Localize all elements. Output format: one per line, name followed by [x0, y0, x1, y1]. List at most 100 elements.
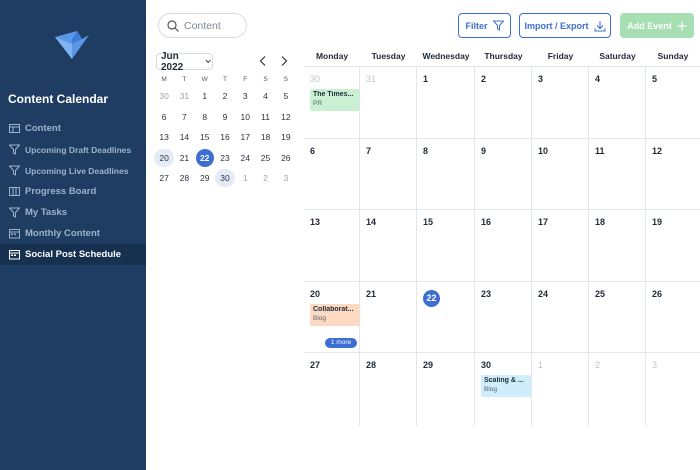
- calendar-day-cell[interactable]: 8: [417, 138, 475, 209]
- sidebar-item-upcoming-live-deadlines[interactable]: Upcoming Live Deadlines: [0, 160, 146, 181]
- calendar-day-cell[interactable]: 17: [532, 210, 589, 281]
- mini-day[interactable]: 31: [174, 87, 194, 105]
- mini-day[interactable]: 2: [215, 87, 235, 105]
- calendar-day-cell[interactable]: 22: [417, 281, 475, 352]
- calendar-day-cell[interactable]: 25: [589, 281, 646, 352]
- calendar-day-cell[interactable]: 23: [475, 281, 532, 352]
- search-box[interactable]: [158, 13, 247, 38]
- calendar-day-cell[interactable]: 14: [360, 210, 417, 281]
- calendar-day-cell[interactable]: 6: [304, 138, 360, 209]
- mini-day[interactable]: 8: [195, 108, 215, 126]
- next-month-icon[interactable]: [279, 55, 289, 67]
- mini-day[interactable]: 19: [276, 128, 296, 146]
- mini-day[interactable]: 15: [195, 128, 215, 146]
- sidebar-item-progress-board[interactable]: Progress Board: [0, 181, 146, 202]
- add-event-button[interactable]: Add Event: [620, 13, 694, 38]
- mini-day[interactable]: 4: [255, 87, 275, 105]
- calendar-day-cell[interactable]: 4: [589, 67, 646, 138]
- calendar-day-cell[interactable]: 16: [475, 210, 532, 281]
- calendar-day-cell[interactable]: 3: [532, 67, 589, 138]
- calendar-day-cell[interactable]: 18: [589, 210, 646, 281]
- import-export-button[interactable]: Import / Export: [519, 13, 611, 38]
- month-calendar-body: 30 The Times... PR 31 1 2 3 4 5 6 7 8 9 10 11 12 13 14 15 1…: [304, 67, 700, 426]
- calendar-day-cell[interactable]: 15: [417, 210, 475, 281]
- sidebar-item-monthly-content[interactable]: Monthly Content: [0, 223, 146, 244]
- filter-button[interactable]: Filter: [458, 13, 511, 38]
- mini-day[interactable]: 1: [235, 169, 255, 187]
- calendar-day-cell[interactable]: 3: [646, 353, 700, 426]
- calendar-day-cell[interactable]: 11: [589, 138, 646, 209]
- mini-day[interactable]: 9: [215, 108, 235, 126]
- mini-day[interactable]: 17: [235, 128, 255, 146]
- sidebar-item-content[interactable]: Content: [0, 118, 146, 139]
- more-events-badge[interactable]: 1 more: [325, 337, 357, 348]
- calendar-event[interactable]: The Times... PR: [310, 89, 360, 111]
- mini-day[interactable]: 1: [195, 87, 215, 105]
- calendar-day-cell[interactable]: 10: [532, 138, 589, 209]
- search-input[interactable]: [184, 19, 244, 32]
- day-number: 17: [538, 217, 549, 227]
- calendar-day-cell[interactable]: 12: [646, 139, 700, 210]
- day-number: 16: [481, 217, 492, 227]
- mini-day[interactable]: 3: [276, 169, 296, 187]
- calendar-day-cell[interactable]: 24: [532, 281, 589, 352]
- mini-day[interactable]: 18: [255, 128, 275, 146]
- calendar-day-cell[interactable]: 29: [417, 353, 475, 426]
- mini-day[interactable]: 10: [235, 108, 255, 126]
- day-number: 4: [595, 74, 601, 84]
- calendar-day-cell[interactable]: 2: [475, 67, 532, 138]
- day-number: 5: [652, 74, 658, 84]
- mini-day[interactable]: 26: [276, 149, 296, 167]
- calendar-day-cell[interactable]: 28: [360, 353, 417, 426]
- day-number: 3: [652, 360, 658, 370]
- mini-day[interactable]: 3: [235, 87, 255, 105]
- calendar-day-cell[interactable]: 19: [646, 210, 700, 281]
- calendar-day-cell[interactable]: 30 The Times... PR: [304, 67, 360, 138]
- mini-day[interactable]: 23: [215, 149, 235, 167]
- sidebar-item-social-post-schedule[interactable]: Social Post Schedule: [0, 244, 146, 265]
- mini-day[interactable]: 24: [235, 149, 255, 167]
- mini-day[interactable]: 30: [154, 87, 174, 105]
- mini-weekday-label: S: [283, 76, 288, 83]
- calendar-day-cell[interactable]: 30 Scaling & ... Blog: [475, 353, 532, 426]
- prev-month-icon[interactable]: [258, 55, 268, 67]
- mini-day[interactable]: 20: [154, 148, 175, 167]
- mini-day[interactable]: 21: [174, 149, 194, 167]
- sidebar-item-my-tasks[interactable]: My Tasks: [0, 202, 146, 223]
- mini-day[interactable]: 11: [255, 108, 275, 126]
- mini-day[interactable]: 2: [255, 169, 275, 187]
- mini-day[interactable]: 6: [154, 108, 174, 126]
- calendar-day-cell[interactable]: 1: [532, 353, 589, 426]
- calendar-day-cell[interactable]: 5: [646, 67, 700, 138]
- calendar-day-cell[interactable]: 31: [360, 67, 417, 138]
- mini-day[interactable]: 7: [174, 108, 194, 126]
- mini-day[interactable]: 27: [154, 169, 174, 187]
- calendar-day-cell[interactable]: 21: [360, 281, 417, 352]
- month-select[interactable]: Jun 2022: [156, 51, 213, 73]
- mini-day[interactable]: 30: [214, 169, 236, 188]
- calendar-day-cell[interactable]: 20 Collaborat... Blog 1 more: [304, 281, 360, 352]
- mini-day[interactable]: 5: [276, 87, 296, 105]
- calendar-day-cell[interactable]: 26: [646, 282, 700, 353]
- calendar-day-cell[interactable]: 7: [360, 138, 417, 209]
- mini-day[interactable]: 13: [154, 128, 174, 146]
- mini-day-today[interactable]: 22: [195, 148, 214, 167]
- calendar-day-cell[interactable]: 1: [417, 67, 475, 138]
- calendar-day-cell[interactable]: 27: [304, 353, 360, 426]
- calendar-day-cell[interactable]: 9: [475, 138, 532, 209]
- mini-day[interactable]: 25: [255, 149, 275, 167]
- weekday-header: Saturday: [599, 51, 636, 61]
- mini-day[interactable]: 28: [174, 169, 194, 187]
- mini-day[interactable]: 16: [215, 128, 235, 146]
- mini-day[interactable]: 29: [195, 169, 215, 187]
- mini-weekday-label: T: [182, 76, 187, 83]
- mini-day[interactable]: 14: [174, 128, 194, 146]
- calendar-day-cell[interactable]: 2: [589, 353, 646, 426]
- calendar-event[interactable]: Collaborat... Blog: [310, 303, 360, 326]
- mini-day[interactable]: 12: [276, 108, 296, 126]
- day-number: 28: [366, 360, 377, 370]
- calendar-week-row: 13 14 15 16 17 18 19: [304, 210, 700, 282]
- sidebar-item-upcoming-draft-deadlines[interactable]: Upcoming Draft Deadlines: [0, 139, 146, 160]
- calendar-event[interactable]: Scaling & ... Blog: [481, 375, 531, 397]
- calendar-day-cell[interactable]: 13: [304, 210, 360, 281]
